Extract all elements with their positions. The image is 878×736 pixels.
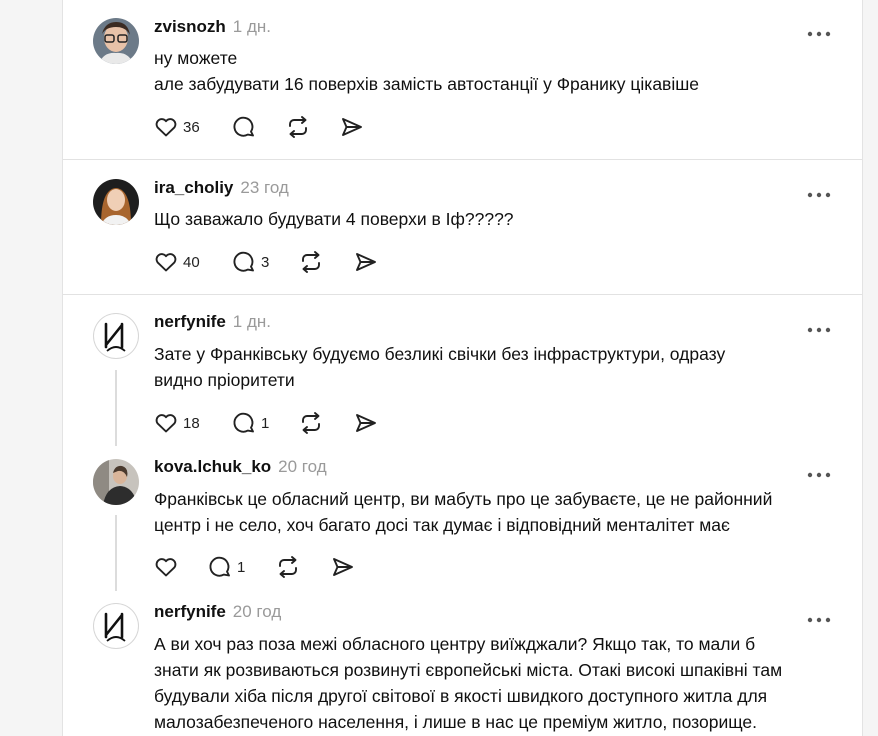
post-text-line: знати як розвиваються розвинуті європейс… xyxy=(154,660,783,680)
username[interactable]: kova.lchuk_ko xyxy=(154,457,271,477)
repost-icon xyxy=(279,556,297,578)
like-button[interactable] xyxy=(153,553,183,581)
reply-button[interactable]: 1 xyxy=(207,553,245,581)
heart-icon xyxy=(155,558,177,577)
heart-icon xyxy=(155,414,177,433)
share-button[interactable] xyxy=(353,248,379,276)
repost-icon xyxy=(289,116,307,138)
post-text-line: Зате у Франківську будуємо безликі свічк… xyxy=(154,344,726,364)
heart-icon xyxy=(155,118,177,137)
reply-count: 3 xyxy=(261,253,270,271)
like-button[interactable]: 18 xyxy=(153,409,200,437)
reply-button[interactable]: 1 xyxy=(231,409,269,437)
send-icon xyxy=(356,253,376,271)
thread-feed: zvisnozh 1 дн. ну можете але забудувати … xyxy=(62,0,863,736)
repost-button[interactable] xyxy=(298,409,324,437)
like-count: 18 xyxy=(183,414,200,432)
like-button[interactable]: 36 xyxy=(153,113,200,141)
post-text-line: центр і не село, хоч багато досі так дум… xyxy=(154,515,730,535)
like-count: 36 xyxy=(183,118,200,136)
post-text-line: А ви хоч раз поза межі обласного центру … xyxy=(154,634,756,654)
more-dots-icon[interactable] xyxy=(807,185,831,198)
post-text-line: видно пріоритети xyxy=(154,370,295,390)
timestamp[interactable]: 20 год xyxy=(278,457,326,477)
post-text-line: Франківськ це обласний центр, ви мабуть … xyxy=(154,489,773,509)
repost-icon xyxy=(302,251,320,273)
post-text: Зате у Франківську будуємо безликі свічк… xyxy=(154,341,844,393)
comment-icon xyxy=(233,116,254,137)
timestamp[interactable]: 1 дн. xyxy=(233,312,271,332)
post-text-line: будували хіба після другої світової в як… xyxy=(154,686,768,706)
avatar[interactable] xyxy=(93,179,139,225)
send-icon xyxy=(333,558,353,576)
post-text-line: ну можете xyxy=(154,48,238,68)
share-button[interactable] xyxy=(330,553,356,581)
reply-button[interactable] xyxy=(231,113,261,141)
post-text-line: Що заважало будувати 4 поверхи в Іф????? xyxy=(154,209,514,229)
post-text: ну можете але забудувати 16 поверхів зам… xyxy=(154,45,844,97)
avatar[interactable] xyxy=(93,603,139,649)
reply-count: 1 xyxy=(261,414,270,432)
avatar[interactable] xyxy=(93,313,139,359)
share-button[interactable] xyxy=(353,409,379,437)
reply-button[interactable]: 3 xyxy=(231,248,269,276)
like-button[interactable]: 40 xyxy=(153,248,200,276)
username[interactable]: ira_choliy xyxy=(154,178,233,198)
comment-icon xyxy=(233,251,254,272)
repost-button[interactable] xyxy=(285,113,311,141)
timestamp[interactable]: 1 дн. xyxy=(233,17,271,37)
more-dots-icon[interactable] xyxy=(807,24,831,37)
comment-icon xyxy=(209,556,230,577)
timestamp[interactable]: 23 год xyxy=(240,178,288,198)
more-dots-icon[interactable] xyxy=(807,465,831,478)
post-text: А ви хоч раз поза межі обласного центру … xyxy=(154,631,844,735)
avatar[interactable] xyxy=(93,18,139,64)
username[interactable]: nerfynife xyxy=(154,312,226,332)
repost-button[interactable] xyxy=(275,553,301,581)
share-button[interactable] xyxy=(339,113,365,141)
reply-count: 1 xyxy=(237,558,246,576)
post-divider xyxy=(63,294,862,295)
repost-button[interactable] xyxy=(298,248,324,276)
post-text: Що заважало будувати 4 поверхи в Іф????? xyxy=(154,206,844,232)
username[interactable]: zvisnozh xyxy=(154,17,226,37)
send-icon xyxy=(356,414,376,432)
repost-icon xyxy=(302,412,320,434)
more-dots-icon[interactable] xyxy=(807,320,831,333)
post-text-line: але забудувати 16 поверхів замість автос… xyxy=(154,74,700,94)
post-divider xyxy=(63,159,862,160)
timestamp[interactable]: 20 год xyxy=(233,602,281,622)
scrollbar-track[interactable] xyxy=(862,0,878,736)
avatar[interactable] xyxy=(93,459,139,505)
thread-connector xyxy=(115,515,117,591)
post-text-line: малозабезпеченого населення, і лише в на… xyxy=(154,712,758,732)
post-text: Франківськ це обласний центр, ви мабуть … xyxy=(154,486,844,538)
like-count: 40 xyxy=(183,253,200,271)
more-dots-icon[interactable] xyxy=(807,610,831,623)
username[interactable]: nerfynife xyxy=(154,602,226,622)
comment-icon xyxy=(233,412,254,433)
send-icon xyxy=(342,118,362,136)
thread-connector xyxy=(115,370,117,446)
heart-icon xyxy=(155,253,177,272)
